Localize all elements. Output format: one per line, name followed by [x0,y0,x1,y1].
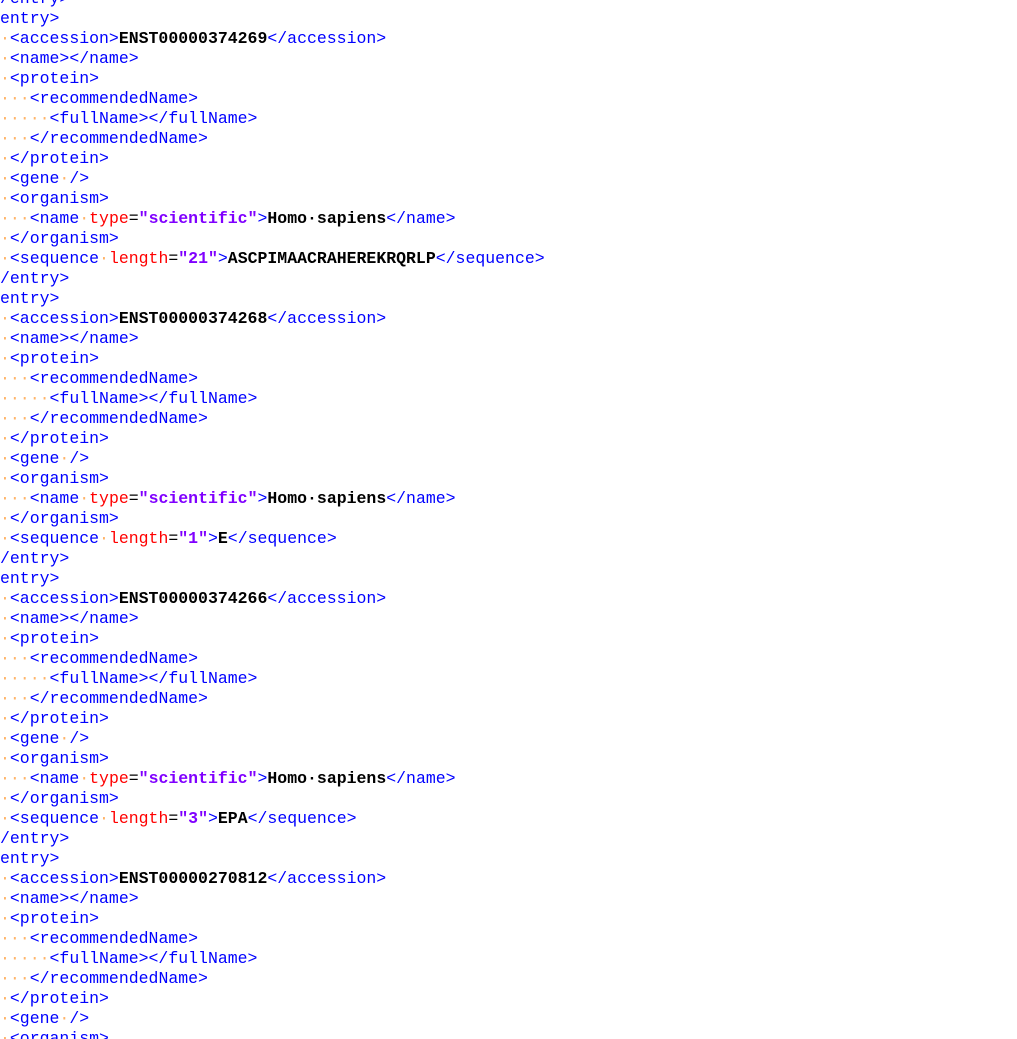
xml-line-organism-close: ·</organism> [0,229,119,248]
xml-line-sequence: ·<sequence·length="1">E</sequence> [0,529,337,548]
organism-name-type: scientific [148,209,248,228]
organism-name-type: scientific [148,769,248,788]
xml-line-organism-name: ···<name·type="scientific">Homo·sapiens<… [0,769,456,788]
xml-line-organism-close: ·</organism> [0,789,119,808]
xml-line-entry-close: /entry> [0,0,545,9]
xml-line-entry-open: entry> [0,849,60,868]
xml-line-accession: ·<accession>ENST00000374266</accession> [0,589,387,608]
xml-line-protein-close: ·</protein> [0,709,109,728]
xml-line-name: ·<name></name> [0,49,139,68]
xml-line-recommended-close: ···</recommendedName> [0,689,208,708]
xml-line-organism-open: ·<organism> [0,469,109,488]
xml-line-recommended-close: ···</recommendedName> [0,409,208,428]
xml-line-fullname: ·····<fullName></fullName> [0,109,258,128]
xml-line-gene: ·<gene·/> [0,729,90,748]
accession: ENST00000374266 [118,589,268,608]
xml-line-accession: ·<accession>ENST00000374269</accession> [0,29,387,48]
xml-line-organism-open: ·<organism> [0,1029,109,1039]
xml-line-recommended-open: ···<recommendedName> [0,89,199,108]
xml-line-entry-open: entry> [0,569,60,588]
xml-line-entry-close: /entry> [0,829,70,848]
accession: ENST00000374269 [118,29,268,48]
organism-name: Homo·sapiens [267,209,387,228]
sequence-length: 3 [188,809,199,828]
sequence: E [217,529,228,548]
xml-line-protein-open: ·<protein> [0,69,100,88]
xml-line-recommended-close: ···</recommendedName> [0,969,208,988]
first-partial-line: /entry> [0,0,69,8]
sequence-length: 21 [188,249,208,268]
xml-line-organism-name: ···<name·type="scientific">Homo·sapiens<… [0,209,456,228]
organism-name: Homo·sapiens [267,769,387,788]
xml-line-protein-close: ·</protein> [0,429,109,448]
xml-line-recommended-open: ···<recommendedName> [0,929,199,948]
xml-editor-view[interactable]: /entry>entry>·<accession>ENST00000374269… [0,0,1017,1039]
xml-line-organism-open: ·<organism> [0,749,109,768]
xml-line-recommended-open: ···<recommendedName> [0,649,199,668]
xml-line-entry-open: entry> [0,9,60,28]
xml-line-name: ·<name></name> [0,609,139,628]
xml-line-fullname: ·····<fullName></fullName> [0,669,258,688]
xml-line-protein-open: ·<protein> [0,909,100,928]
xml-line-fullname: ·····<fullName></fullName> [0,949,258,968]
xml-line-recommended-open: ···<recommendedName> [0,369,199,388]
xml-line-accession: ·<accession>ENST00000270812</accession> [0,869,387,888]
xml-line-organism-close: ·</organism> [0,509,119,528]
xml-line-protein-close: ·</protein> [0,989,109,1008]
sequence: ASCPIMAACRAHEREKRQRLP [227,249,436,268]
xml-line-sequence: ·<sequence·length="3">EPA</sequence> [0,809,357,828]
xml-line-fullname: ·····<fullName></fullName> [0,389,258,408]
accession: ENST00000270812 [118,869,268,888]
xml-line-gene: ·<gene·/> [0,449,90,468]
xml-text-lines: /entry>entry>·<accession>ENST00000374269… [0,0,545,1039]
xml-line-accession: ·<accession>ENST00000374268</accession> [0,309,387,328]
xml-line-entry-close: /entry> [0,549,70,568]
xml-line-name: ·<name></name> [0,329,139,348]
xml-line-organism-open: ·<organism> [0,189,109,208]
accession: ENST00000374268 [118,309,268,328]
xml-line-organism-name: ···<name·type="scientific">Homo·sapiens<… [0,489,456,508]
sequence-length: 1 [188,529,199,548]
xml-line-gene: ·<gene·/> [0,1009,90,1028]
xml-line-protein-open: ·<protein> [0,349,100,368]
organism-name: Homo·sapiens [267,489,387,508]
xml-line-name: ·<name></name> [0,889,139,908]
xml-line-recommended-close: ···</recommendedName> [0,129,208,148]
xml-line-protein-close: ·</protein> [0,149,109,168]
xml-line-protein-open: ·<protein> [0,629,100,648]
xml-line-entry-open: entry> [0,289,60,308]
sequence: EPA [217,809,248,828]
xml-line-entry-close: /entry> [0,269,70,288]
xml-line-gene: ·<gene·/> [0,169,90,188]
organism-name-type: scientific [148,489,248,508]
xml-line-sequence: ·<sequence·length="21">ASCPIMAACRAHEREKR… [0,249,545,268]
